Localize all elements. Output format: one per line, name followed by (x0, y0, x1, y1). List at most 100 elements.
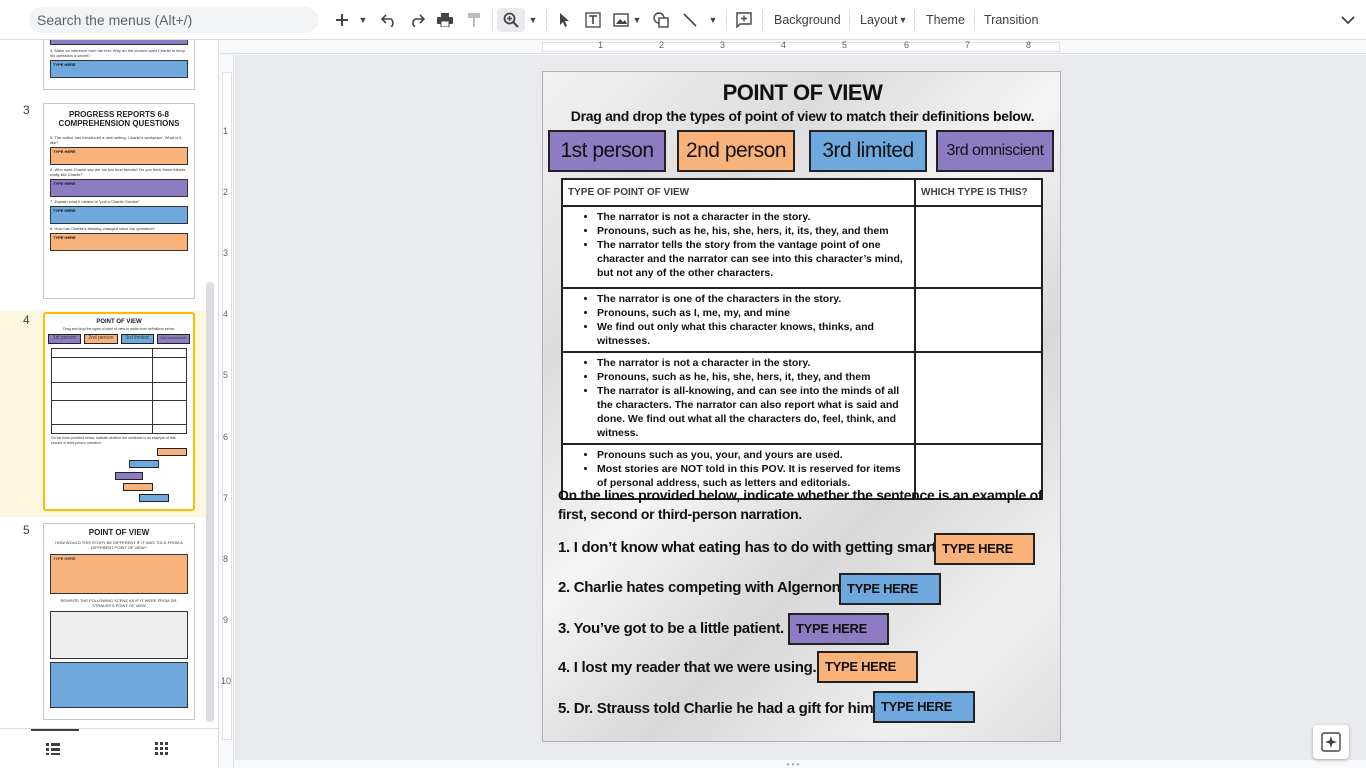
answer-drop-cell[interactable] (914, 287, 1043, 353)
answer-drop-cell[interactable] (914, 351, 1043, 445)
type-card-1st-person[interactable]: 1st person (548, 130, 666, 172)
definition-cell: The narrator is not a character in the s… (561, 205, 916, 289)
grid-view-icon[interactable] (155, 742, 168, 760)
ruler-number: 4 (781, 40, 787, 50)
type-card-2nd-person[interactable]: 2nd person (677, 130, 795, 172)
slide-thumbnail-5[interactable]: POINT OF VIEW HOW WOULD THIS STORY BE DI… (43, 523, 195, 720)
slide-subtitle[interactable]: Drag and drop the types of point of view… (543, 108, 1060, 124)
undo-icon[interactable] (379, 8, 399, 32)
menu-search-input[interactable] (37, 12, 318, 28)
thumb-questions (45, 446, 193, 504)
thumb-instructions: On the lines provided below, indicate wh… (51, 436, 177, 445)
ruler-number: 1 (223, 126, 229, 136)
line-icon[interactable] (680, 8, 700, 32)
thumb-box: TYPE HERE (50, 206, 188, 224)
answer-box-5[interactable]: TYPE HERE (873, 691, 975, 723)
thumb-type: 3rd limited (120, 334, 154, 344)
answer-box-4[interactable]: TYPE HERE (817, 651, 918, 683)
horizontal-ruler[interactable]: 1 2 3 4 5 6 7 8 (220, 40, 1366, 54)
slide-thumbnail-3[interactable]: PROGRESS REPORTS 6-8 COMPREHENSION QUEST… (43, 103, 195, 299)
new-slide-plus-icon[interactable] (332, 8, 352, 32)
thumb-question: 6. Who does Charlie say are his two best… (50, 167, 186, 177)
definition-item: Pronouns, such as he, his, she, hers, it… (597, 370, 910, 384)
toolbar-divider (546, 10, 547, 30)
current-slide[interactable]: POINT OF VIEW Drag and drop the types of… (542, 71, 1061, 742)
answer-box-1[interactable]: TYPE HERE (934, 533, 1035, 565)
definition-cell: The narrator is one of the characters in… (561, 287, 916, 353)
print-icon[interactable] (435, 8, 455, 32)
vertical-ruler[interactable]: 1 2 3 4 5 6 7 8 9 10 (220, 54, 234, 768)
slide-title[interactable]: POINT OF VIEW (543, 80, 1060, 106)
ruler-number: 1 (598, 40, 604, 50)
pov-table[interactable]: TYPE OF POINT OF VIEW WHICH TYPE IS THIS… (561, 178, 1043, 500)
thumb-answer-box (157, 448, 187, 456)
shape-icon[interactable] (651, 8, 671, 32)
filmstrip-scrollbar[interactable] (206, 282, 214, 722)
zoom-icon[interactable] (497, 8, 525, 32)
theme-button[interactable]: Theme (926, 8, 965, 32)
definition-item: The narrator is one of the characters in… (597, 292, 910, 306)
notes-resize-handle[interactable]: • • • (778, 760, 808, 768)
type-card-3rd-limited[interactable]: 3rd limited (809, 130, 927, 172)
add-comment-icon[interactable] (734, 8, 754, 32)
ruler-number: 6 (904, 40, 910, 50)
question-3[interactable]: 3. You’ve got to be a little patient. (558, 620, 784, 637)
list-view-icon[interactable] (46, 742, 60, 760)
thumb-subtitle: Drag and drop the types of point of view… (63, 327, 175, 331)
question-4[interactable]: 4. I lost my reader that we were using. (558, 659, 817, 676)
answer-box-2[interactable]: TYPE HERE (839, 573, 941, 605)
thumb-box: TYPE HERE (50, 233, 188, 251)
transition-button[interactable]: Transition (984, 8, 1038, 32)
line-dropdown-icon[interactable]: ▼ (707, 8, 719, 32)
slide-thumbnail-4[interactable]: POINT OF VIEW Drag and drop the types of… (43, 312, 195, 511)
thumb-answer-box (115, 472, 143, 480)
ruler-active-area (542, 42, 1060, 52)
thumb-box: TYPE HERE (50, 60, 188, 78)
menu-search[interactable] (29, 7, 318, 33)
ruler-number: 3 (223, 248, 229, 258)
explore-sparkle-icon[interactable] (1313, 725, 1349, 759)
thumb-question: HOW WOULD THIS STORY BE DIFFERENT IF IT … (55, 540, 183, 550)
question-5[interactable]: 5. Dr. Strauss told Charlie he had a gif… (558, 700, 878, 717)
question-1[interactable]: 1. I don’t know what eating has to do wi… (558, 539, 940, 556)
toolbar-divider (762, 10, 763, 30)
toolbar: ▼ ▼ ▼ ▼ Background Layout▼ Theme Transit… (0, 0, 1366, 40)
thumb-type: 3rd omniscient (156, 334, 190, 344)
background-button[interactable]: Background (774, 8, 841, 32)
definition-cell: The narrator is not a character in the s… (561, 351, 916, 445)
image-dropdown-icon[interactable]: ▼ (631, 8, 643, 32)
ruler-number: 5 (842, 40, 848, 50)
answer-drop-cell[interactable] (914, 205, 1043, 289)
question-2[interactable]: 2. Charlie hates competing with Algernon… (558, 579, 845, 596)
layout-button[interactable]: Layout ▼ (860, 8, 907, 32)
layout-label: Layout (860, 13, 898, 27)
zoom-dropdown-icon[interactable]: ▼ (527, 8, 539, 32)
slide-thumbnail-2[interactable]: 4. Make an inference from the text. Why … (43, 40, 195, 90)
table-row: The narrator is not a character in the s… (561, 351, 1043, 445)
text-box-icon[interactable] (583, 8, 603, 32)
thumb-title: POINT OF VIEW (96, 319, 142, 325)
toolbar-divider (974, 10, 975, 30)
definition-item: Pronouns such as you, your, and yours ar… (597, 448, 910, 462)
thumb-box (50, 662, 188, 708)
ruler-number: 2 (659, 40, 665, 50)
thumb-box: TYPE HERE (50, 554, 188, 594)
paint-format-icon[interactable] (464, 8, 484, 32)
thumb-answer-box (139, 494, 169, 502)
active-tab-indicator (31, 729, 79, 731)
answer-box-3[interactable]: TYPE HERE (788, 613, 889, 645)
type-card-3rd-omniscient[interactable]: 3rd omniscient (936, 130, 1054, 172)
table-row: The narrator is one of the characters in… (561, 287, 1043, 353)
thumb-box: TYPE HERE (50, 147, 188, 165)
thumb-question: 4. Make an inference from the text. Why … (50, 48, 185, 58)
insert-image-icon[interactable] (611, 8, 631, 32)
redo-icon[interactable] (407, 8, 427, 32)
collapse-toolbar-chevron-icon[interactable] (1338, 8, 1358, 32)
thumb-title: PROGRESS REPORTS 6-8 COMPREHENSION QUEST… (58, 110, 180, 128)
thumb-answer-box (123, 483, 153, 491)
thumb-box (50, 40, 188, 45)
new-slide-dropdown-icon[interactable]: ▼ (356, 8, 370, 32)
select-cursor-icon[interactable] (555, 8, 575, 32)
thumb-table-line (52, 357, 186, 358)
instructions-text[interactable]: On the lines provided below, indicate wh… (558, 486, 1048, 524)
